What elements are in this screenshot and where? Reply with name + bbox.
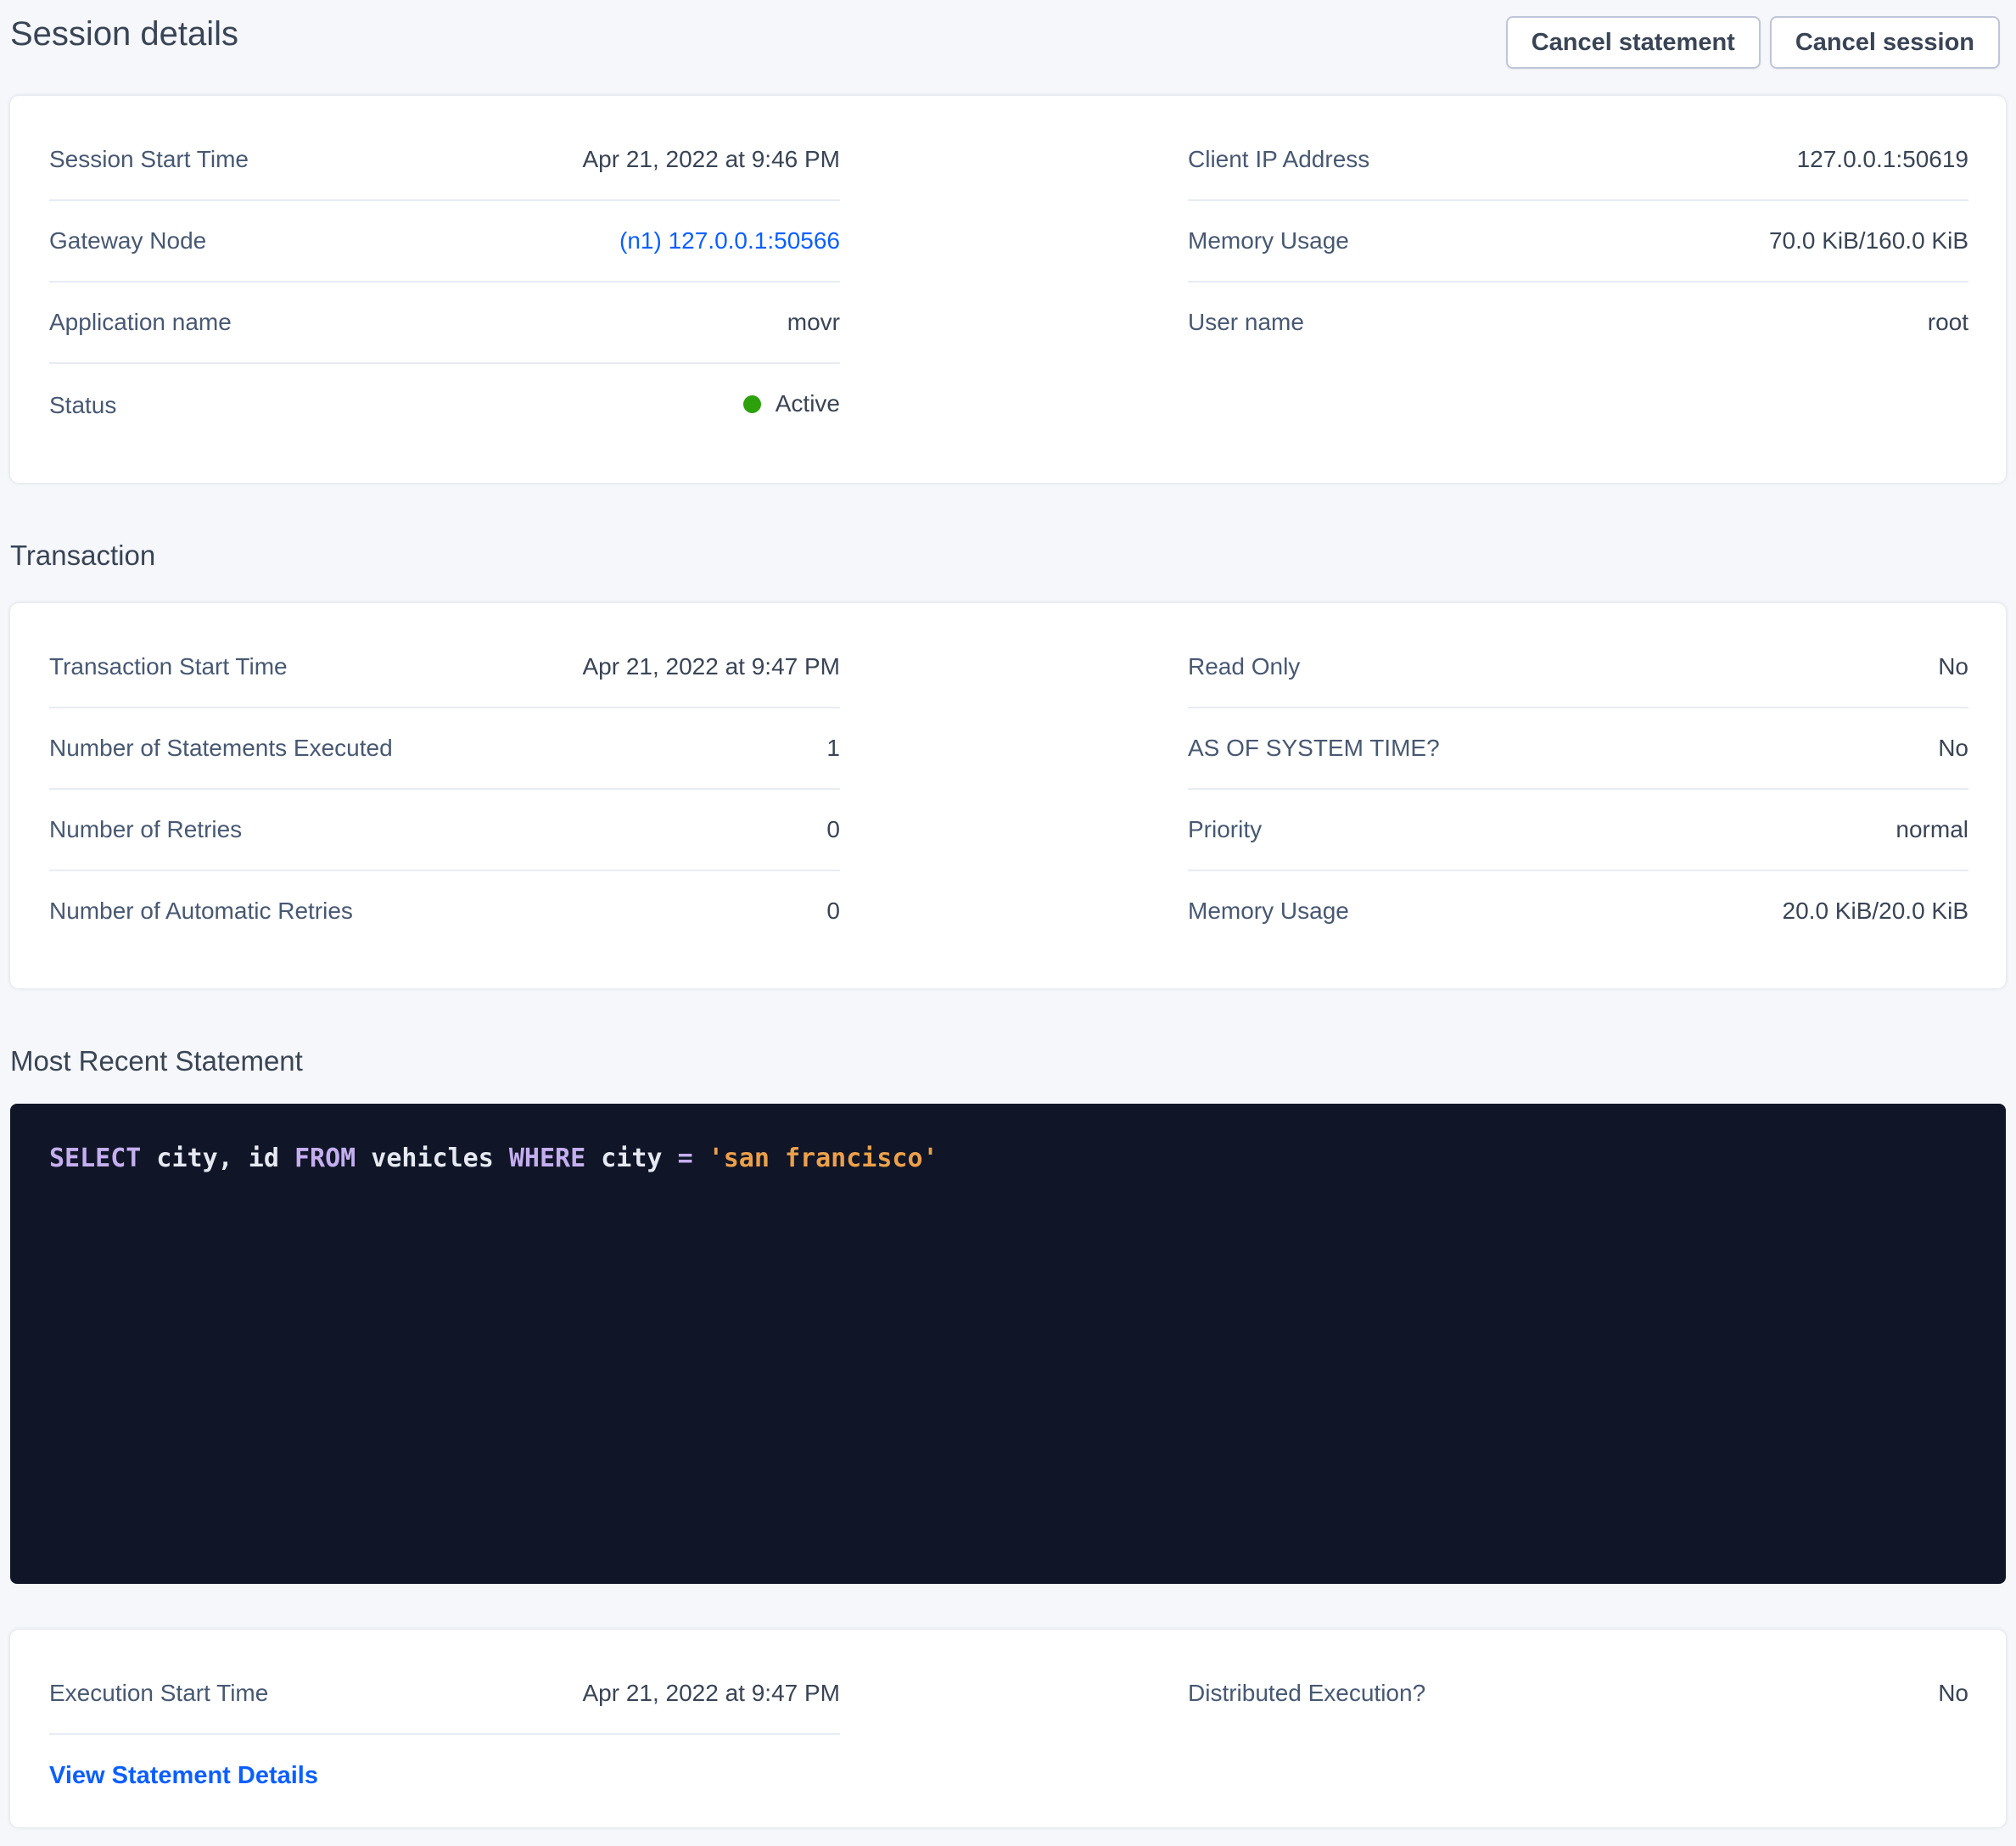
- row-label: Priority: [1188, 815, 1262, 844]
- row-value: No: [1938, 1679, 1968, 1708]
- page-header: Session details Cancel statement Cancel …: [0, 0, 2016, 69]
- row-value: root: [1928, 308, 1968, 337]
- row-label: AS OF SYSTEM TIME?: [1188, 734, 1440, 763]
- info-row: Gateway Node (n1) 127.0.0.1:50566: [49, 201, 840, 282]
- sql-statement: SELECT city, id FROM vehicles WHERE city…: [49, 1144, 938, 1173]
- sql-code-block: SELECT city, id FROM vehicles WHERE city…: [10, 1104, 2006, 1584]
- execution-card-left-column: Execution Start Time Apr 21, 2022 at 9:4…: [49, 1653, 840, 1790]
- row-value: Apr 21, 2022 at 9:47 PM: [582, 652, 840, 681]
- row-value: Apr 21, 2022 at 9:47 PM: [582, 1679, 840, 1708]
- row-value: 0: [826, 897, 840, 926]
- info-row: User name root: [1188, 282, 1968, 362]
- row-value: normal: [1896, 815, 1968, 844]
- sql-token: vehicles: [356, 1144, 509, 1173]
- row-label: Transaction Start Time: [49, 652, 288, 681]
- info-row: Memory Usage 20.0 KiB/20.0 KiB: [1188, 871, 1968, 951]
- transaction-summary-card: Transaction Start Time Apr 21, 2022 at 9…: [10, 603, 2006, 988]
- sql-token: 'san francisco': [708, 1144, 938, 1173]
- info-row: Number of Retries 0: [49, 790, 840, 871]
- sql-token: city, id: [141, 1144, 294, 1173]
- info-row: Memory Usage 70.0 KiB/160.0 KiB: [1188, 201, 1968, 282]
- sql-token: SELECT: [49, 1144, 141, 1173]
- row-label: Application name: [49, 308, 232, 337]
- row-value: 70.0 KiB/160.0 KiB: [1769, 227, 1968, 255]
- row-label: Number of Retries: [49, 815, 242, 844]
- info-row: Distributed Execution? No: [1188, 1653, 1968, 1733]
- row-value: No: [1938, 734, 1968, 763]
- row-label: Client IP Address: [1188, 145, 1369, 174]
- info-row: Number of Statements Executed 1: [49, 708, 840, 790]
- info-row: Read Only No: [1188, 627, 1968, 708]
- row-value: 127.0.0.1:50619: [1797, 145, 1968, 174]
- row-value: movr: [787, 308, 840, 337]
- info-row: Status Active: [49, 364, 840, 445]
- statement-section-title: Most Recent Statement: [10, 1044, 2016, 1078]
- row-value[interactable]: (n1) 127.0.0.1:50566: [619, 227, 840, 255]
- row-value: Active: [743, 389, 840, 418]
- info-row: Execution Start Time Apr 21, 2022 at 9:4…: [49, 1653, 840, 1735]
- info-row: Application name movr: [49, 282, 840, 364]
- row-value: 20.0 KiB/20.0 KiB: [1783, 897, 1968, 926]
- execution-card-right-column: Distributed Execution? No: [1188, 1653, 1968, 1733]
- info-row: Session Start Time Apr 21, 2022 at 9:46 …: [49, 120, 840, 201]
- row-label: Session Start Time: [49, 145, 249, 174]
- row-value: No: [1938, 652, 1968, 681]
- row-label: Gateway Node: [49, 227, 206, 255]
- row-label: Memory Usage: [1188, 897, 1349, 926]
- row-label: User name: [1188, 308, 1304, 337]
- session-summary-card: Session Start Time Apr 21, 2022 at 9:46 …: [10, 96, 2006, 483]
- row-label: Distributed Execution?: [1188, 1679, 1425, 1708]
- row-value: Apr 21, 2022 at 9:46 PM: [582, 145, 840, 174]
- row-value: 0: [826, 815, 840, 844]
- header-buttons: Cancel statement Cancel session: [1506, 14, 2000, 69]
- info-row: Transaction Start Time Apr 21, 2022 at 9…: [49, 627, 840, 708]
- transaction-card-left-column: Transaction Start Time Apr 21, 2022 at 9…: [49, 627, 840, 951]
- view-statement-details-link[interactable]: View Statement Details: [49, 1762, 318, 1790]
- transaction-card-right-column: Read Only No AS OF SYSTEM TIME? No Prior…: [1188, 627, 1968, 951]
- sql-token: [693, 1144, 708, 1173]
- sql-token: =: [678, 1144, 693, 1173]
- session-card-right-column: Client IP Address 127.0.0.1:50619 Memory…: [1188, 120, 1968, 362]
- row-label: Status: [49, 391, 116, 420]
- sql-token: FROM: [294, 1144, 356, 1173]
- session-card-left-column: Session Start Time Apr 21, 2022 at 9:46 …: [49, 120, 840, 445]
- row-label: Number of Statements Executed: [49, 734, 393, 763]
- cancel-session-button[interactable]: Cancel session: [1770, 16, 2000, 69]
- row-value: 1: [826, 734, 840, 763]
- row-label: Execution Start Time: [49, 1679, 268, 1708]
- info-row: AS OF SYSTEM TIME? No: [1188, 708, 1968, 790]
- row-label: Read Only: [1188, 652, 1300, 681]
- page-title: Session details: [10, 14, 238, 54]
- info-row: Priority normal: [1188, 790, 1968, 871]
- cancel-statement-button[interactable]: Cancel statement: [1506, 16, 1761, 69]
- info-row: Client IP Address 127.0.0.1:50619: [1188, 120, 1968, 201]
- sql-token: WHERE: [509, 1144, 585, 1173]
- row-label: Memory Usage: [1188, 227, 1349, 255]
- info-row: Number of Automatic Retries 0: [49, 871, 840, 951]
- row-label: Number of Automatic Retries: [49, 897, 353, 926]
- transaction-section-title: Transaction: [10, 539, 2016, 573]
- sql-token: city: [585, 1144, 677, 1173]
- execution-summary-card: Execution Start Time Apr 21, 2022 at 9:4…: [10, 1630, 2006, 1827]
